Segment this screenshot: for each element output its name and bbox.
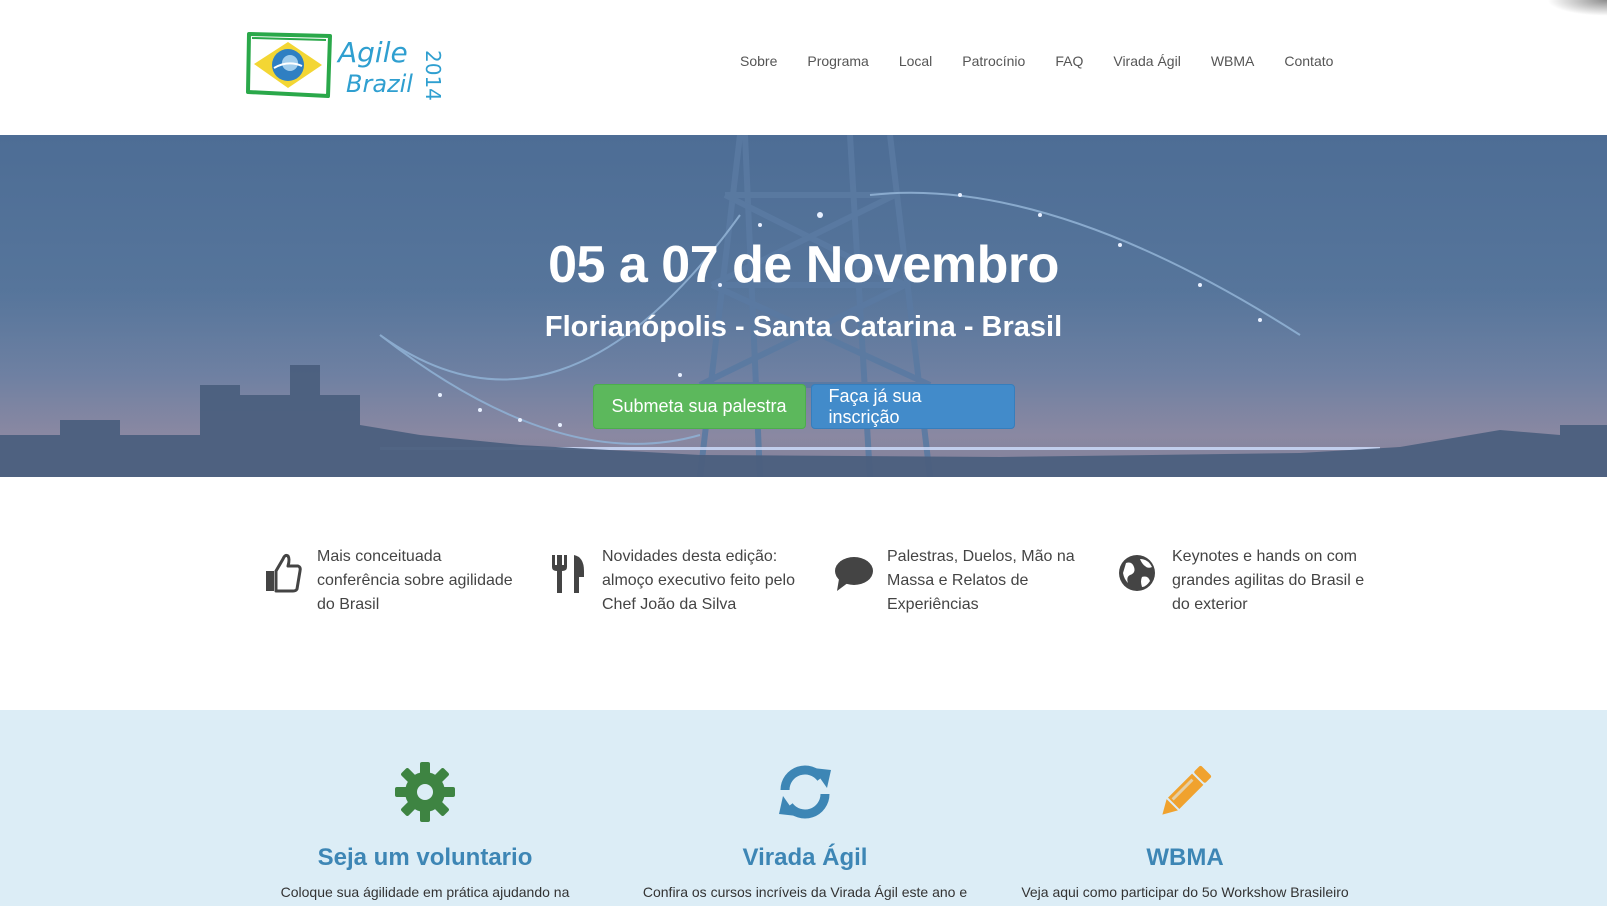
gear-icon: [395, 762, 455, 822]
thumbs-up-icon: [266, 553, 302, 593]
features-section: Mais conceituada conferência sobre agili…: [0, 477, 1607, 710]
hero-title: 05 a 07 de Novembro: [548, 236, 1059, 294]
speech-bubble-icon: [835, 557, 873, 591]
feature-item: Mais conceituada conferência sobre agili…: [263, 545, 523, 617]
window-corner-shadow: [1547, 0, 1607, 16]
register-button[interactable]: Faça já sua inscrição: [810, 384, 1015, 429]
refresh-icon: [779, 765, 831, 819]
virada-agil-text: Confira os cursos incríveis da Virada Ág…: [642, 884, 968, 900]
svg-text:Agile: Agile: [336, 36, 408, 69]
main-nav: Sobre Programa Local Patrocínio FAQ Vira…: [740, 53, 1333, 69]
volunteer-title[interactable]: Seja um voluntario: [235, 844, 615, 872]
nav-link-local[interactable]: Local: [899, 53, 932, 69]
nav-link-programa[interactable]: Programa: [807, 53, 868, 69]
wbma-column: WBMA Veja aqui como participar do 5o Wor…: [995, 760, 1375, 900]
info-band: Seja um voluntario Coloque sua ágilidade…: [0, 710, 1607, 906]
feature-text: Mais conceituada conferência sobre agili…: [317, 548, 513, 613]
svg-text:2014: 2014: [421, 50, 445, 101]
hero-actions: Submeta sua palestra Faça já sua inscriç…: [0, 384, 1607, 429]
hero-subtitle: Florianópolis - Santa Catarina - Brasil: [544, 311, 1063, 343]
feature-item: Palestras, Duelos, Mão na Massa e Relato…: [833, 545, 1093, 617]
feature-text: Keynotes e hands on com grandes agilitas…: [1172, 548, 1365, 613]
nav-link-virada-agil[interactable]: Virada Ágil: [1113, 53, 1180, 69]
feature-text: Novidades desta edição: almoço executivo…: [602, 548, 795, 613]
nav-link-sobre[interactable]: Sobre: [740, 53, 777, 69]
feature-item: Keynotes e hands on com grandes agilitas…: [1118, 545, 1378, 617]
feature-text: Palestras, Duelos, Mão na Massa e Relato…: [887, 548, 1075, 613]
agile-brazil-logo[interactable]: Agile Brazil 2014: [246, 30, 446, 105]
nav-link-contato[interactable]: Contato: [1284, 53, 1333, 69]
hero-banner: 05 a 07 de Novembro Florianópolis - Sant…: [0, 135, 1607, 477]
nav-link-patrocinio[interactable]: Patrocínio: [962, 53, 1025, 69]
submit-talk-button[interactable]: Submeta sua palestra: [592, 384, 806, 429]
volunteer-column: Seja um voluntario Coloque sua ágilidade…: [235, 760, 615, 900]
virada-agil-column: Virada Ágil Confira os cursos incríveis …: [615, 760, 995, 900]
site-header: Agile Brazil 2014 Sobre Programa Local P…: [0, 0, 1607, 135]
svg-text:Brazil: Brazil: [346, 70, 413, 98]
feature-item: Novidades desta edição: almoço executivo…: [548, 545, 808, 617]
nav-link-wbma[interactable]: WBMA: [1211, 53, 1255, 69]
nav-link-faq[interactable]: FAQ: [1055, 53, 1083, 69]
virada-agil-title[interactable]: Virada Ágil: [615, 844, 995, 872]
volunteer-text: Coloque sua ágilidade em prática ajudand…: [280, 884, 570, 900]
cutlery-icon: [552, 555, 584, 593]
wbma-title[interactable]: WBMA: [995, 844, 1375, 872]
pencil-icon: [1162, 765, 1212, 815]
globe-icon: [1119, 555, 1155, 591]
wbma-text: Veja aqui como participar do 5o Workshow…: [1021, 884, 1349, 900]
